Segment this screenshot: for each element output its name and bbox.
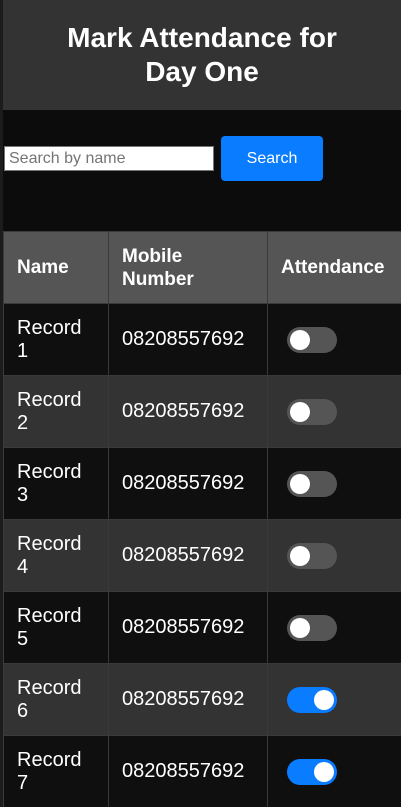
cell-attendance	[267, 303, 401, 376]
column-header-name: Name	[3, 231, 109, 304]
toggle-knob	[290, 329, 310, 350]
table-row: Record 2 08208557692	[3, 375, 401, 448]
toggle-knob	[290, 401, 310, 422]
cell-mobile: 08208557692	[108, 303, 268, 376]
search-bar: Search	[3, 110, 401, 231]
column-header-mobile: Mobile Number	[108, 231, 268, 304]
attendance-table: Name Mobile Number Attendance Record 1 08…	[3, 231, 401, 807]
toggle-knob	[290, 545, 310, 566]
attendance-toggle[interactable]	[287, 398, 337, 425]
attendance-toggle[interactable]	[287, 542, 337, 569]
toggle-knob	[290, 473, 310, 494]
table-row: Record 1 08208557692	[3, 303, 401, 376]
table-row: Record 4 08208557692	[3, 519, 401, 592]
column-header-attendance: Attendance	[267, 231, 401, 304]
cell-mobile: 08208557692	[108, 519, 268, 592]
page-title: Mark Attendance for Day One	[67, 22, 337, 87]
cell-name: Record 1	[3, 303, 109, 376]
cell-name: Record 5	[3, 591, 109, 664]
cell-mobile: 08208557692	[108, 375, 268, 448]
cell-attendance	[267, 447, 401, 520]
attendance-page: Mark Attendance for Day One Search Name …	[0, 0, 401, 807]
toggle-knob	[314, 689, 334, 710]
attendance-toggle[interactable]	[287, 758, 337, 785]
cell-name: Record 4	[3, 519, 109, 592]
table-header-row: Name Mobile Number Attendance	[3, 231, 401, 304]
toggle-knob	[314, 761, 334, 782]
table-row: Record 7 08208557692	[3, 735, 401, 807]
cell-mobile: 08208557692	[108, 663, 268, 736]
cell-mobile: 08208557692	[108, 591, 268, 664]
attendance-toggle[interactable]	[287, 614, 337, 641]
search-button[interactable]: Search	[221, 136, 323, 181]
cell-attendance	[267, 375, 401, 448]
table-row: Record 3 08208557692	[3, 447, 401, 520]
cell-name: Record 2	[3, 375, 109, 448]
toggle-knob	[290, 617, 310, 638]
table-row: Record 5 08208557692	[3, 591, 401, 664]
page-header: Mark Attendance for Day One	[3, 0, 401, 110]
cell-attendance	[267, 519, 401, 592]
attendance-toggle[interactable]	[287, 326, 337, 353]
cell-name: Record 6	[3, 663, 109, 736]
cell-name: Record 3	[3, 447, 109, 520]
attendance-toggle[interactable]	[287, 686, 337, 713]
cell-mobile: 08208557692	[108, 447, 268, 520]
table-body: Record 1 08208557692 Record 2 08208557692 Re…	[3, 303, 401, 807]
search-input[interactable]	[4, 146, 214, 171]
cell-attendance	[267, 591, 401, 664]
cell-attendance	[267, 663, 401, 736]
attendance-toggle[interactable]	[287, 470, 337, 497]
table-row: Record 6 08208557692	[3, 663, 401, 736]
cell-attendance	[267, 735, 401, 807]
cell-name: Record 7	[3, 735, 109, 807]
cell-mobile: 08208557692	[108, 735, 268, 807]
